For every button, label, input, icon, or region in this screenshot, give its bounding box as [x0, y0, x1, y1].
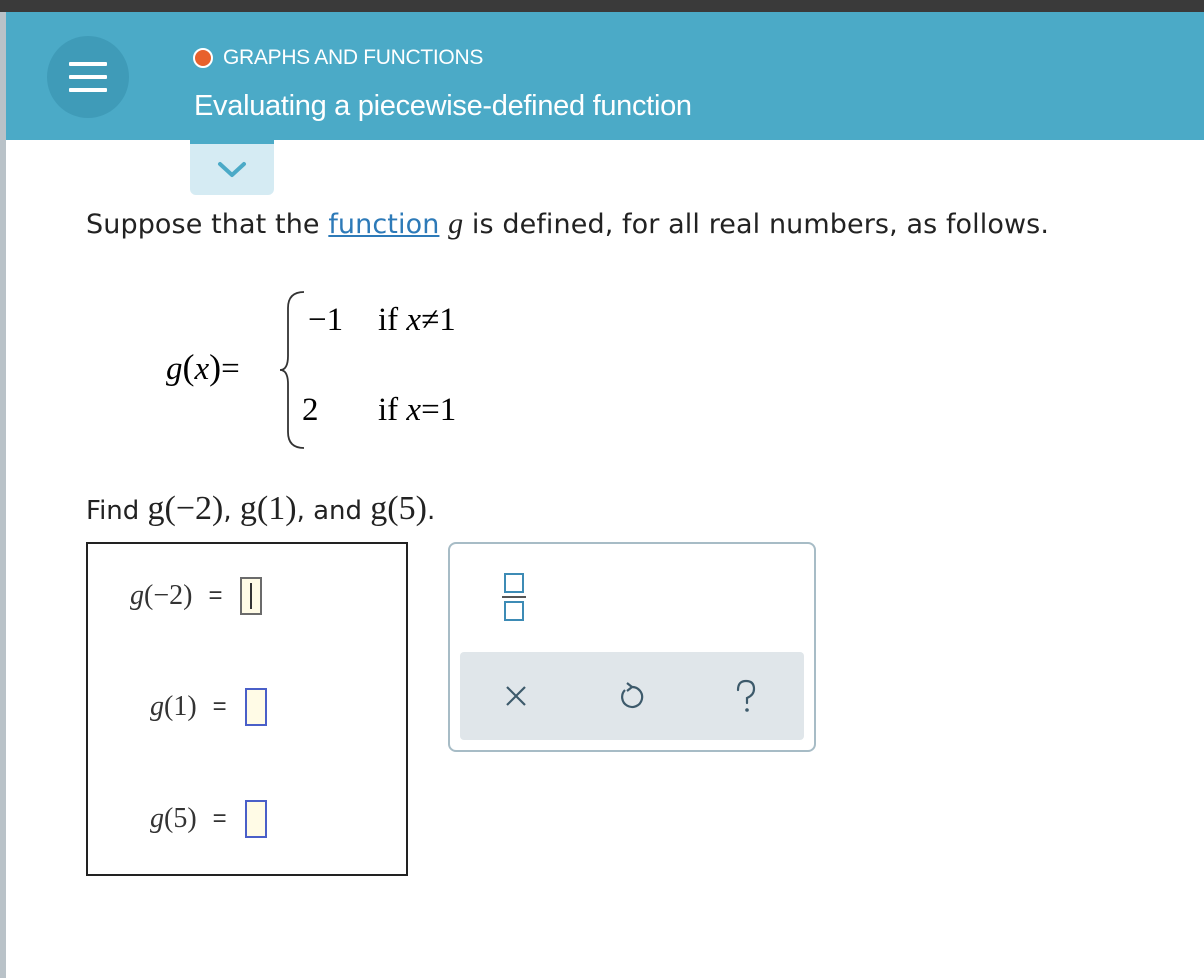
- help-icon: [736, 679, 756, 712]
- find-and: and: [313, 496, 363, 526]
- case-2-value: 2: [302, 392, 319, 428]
- piecewise-definition: g(x)= −1 if x≠1 2 if x=1: [160, 290, 500, 450]
- case-2-rel: =: [421, 392, 440, 428]
- fraction-button[interactable]: [502, 571, 526, 623]
- page-title: Evaluating a piecewise-defined function: [194, 90, 692, 122]
- find-instruction: Find g(−2), g(1), and g(5).: [86, 490, 436, 527]
- answer-3-equals: =: [212, 805, 227, 832]
- answer-1-equals: =: [208, 582, 223, 609]
- case-2-var: x: [406, 392, 422, 428]
- case-1-condition: if x≠1: [378, 302, 456, 339]
- case-1-value: −1: [308, 302, 344, 338]
- function-definition-link[interactable]: function: [328, 209, 439, 240]
- prompt-after: is defined, for all real numbers, as fol…: [471, 209, 1050, 240]
- fraction-icon: [502, 573, 526, 621]
- answer-3-label: g(5): [150, 803, 197, 834]
- find-item-2: g(1): [239, 490, 297, 527]
- answer-2-func: g: [150, 691, 164, 722]
- math-toolbox: [448, 542, 816, 752]
- case-2-condition: if x=1: [378, 392, 456, 429]
- answer-3-input[interactable]: [244, 800, 267, 838]
- window-top-bar: [0, 0, 1204, 12]
- piecewise-lhs: g(x)=: [166, 347, 240, 387]
- prompt-before: Suppose that the: [86, 209, 320, 240]
- undo-icon: [621, 682, 644, 709]
- clear-icon: [506, 686, 526, 706]
- left-edge-strip: [0, 12, 6, 978]
- find-item-3: g(5): [370, 490, 427, 527]
- topic-status-dot-icon: [193, 48, 213, 68]
- answer-2-label: g(1): [150, 691, 197, 722]
- chevron-down-icon: [218, 162, 246, 177]
- answer-row-1: g(−2) =: [130, 577, 263, 615]
- case-1-num: 1: [439, 302, 456, 338]
- undo-button[interactable]: [612, 676, 652, 716]
- case-2-if: if: [378, 392, 399, 428]
- clear-button[interactable]: [496, 676, 536, 716]
- answer-2-equals: =: [212, 693, 227, 720]
- case-2-num: 1: [439, 392, 457, 428]
- prompt-variable: g: [448, 207, 464, 240]
- answer-1-arg: −2: [153, 580, 184, 611]
- menu-icon-bar-3: [69, 88, 107, 92]
- expand-header-button[interactable]: [190, 140, 274, 195]
- answer-row-2: g(1) =: [150, 688, 267, 726]
- lhs-function-name: g: [166, 351, 183, 387]
- topic-header: GRAPHS AND FUNCTIONS Evaluating a piecew…: [6, 12, 1204, 140]
- case-1-if: if: [378, 302, 399, 338]
- answer-3-func: g: [150, 803, 164, 834]
- menu-icon: [69, 62, 107, 66]
- problem-prompt: Suppose that the function g is defined, …: [86, 207, 1049, 241]
- answer-3-arg: 5: [173, 803, 188, 834]
- answer-1-input[interactable]: [240, 577, 263, 615]
- menu-button[interactable]: [47, 36, 129, 118]
- toolbox-action-tray: [460, 652, 804, 740]
- answer-1-label: g(−2): [130, 580, 193, 611]
- case-1-rel: ≠: [421, 302, 440, 338]
- help-button[interactable]: [726, 676, 766, 716]
- answer-2-arg: 1: [173, 691, 188, 722]
- topic-label: GRAPHS AND FUNCTIONS: [223, 46, 484, 69]
- answer-1-func: g: [130, 580, 144, 611]
- case-1-var: x: [406, 302, 422, 338]
- answer-2-input[interactable]: [244, 688, 267, 726]
- lhs-argument: x: [194, 351, 210, 387]
- answer-row-3: g(5) =: [150, 800, 267, 838]
- find-item-1: g(−2): [147, 490, 224, 527]
- menu-icon-bar-2: [69, 75, 107, 79]
- find-prefix: Find: [86, 496, 140, 526]
- answer-box: g(−2) = g(1) = g(5) =: [86, 542, 408, 876]
- topic-row: GRAPHS AND FUNCTIONS: [193, 45, 483, 71]
